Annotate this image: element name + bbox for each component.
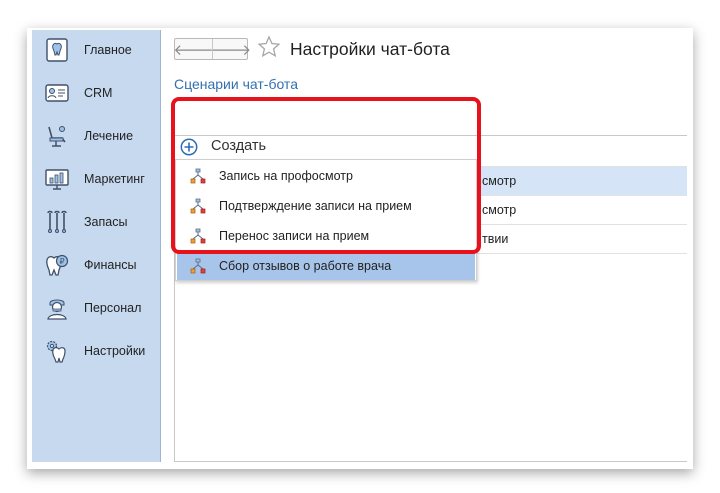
sidebar-item-stock[interactable]: Запасы xyxy=(32,207,160,237)
page-title: Настройки чат-бота xyxy=(290,39,450,59)
table-cell: смотр xyxy=(482,174,517,188)
create-button[interactable]: Создать xyxy=(178,134,468,161)
sidebar-item-label: Настройки xyxy=(84,344,146,358)
tooth-home-icon xyxy=(46,38,68,62)
app-window: Главное CRM Лечение Маркетинг Запасы ₽ Ф… xyxy=(32,30,687,462)
contact-card-icon xyxy=(45,84,69,102)
sidebar-item-label: CRM xyxy=(84,86,113,100)
scenario-icon xyxy=(190,198,206,214)
arrow-right-icon: 🡒 xyxy=(210,41,252,59)
menu-item-checkup[interactable]: Запись на профосмотр xyxy=(177,161,475,190)
dental-tools-icon xyxy=(47,210,67,233)
sidebar-item-label: Маркетинг xyxy=(84,172,145,186)
back-button[interactable]: 🡐 xyxy=(173,39,214,59)
menu-item-label: Перенос записи на прием xyxy=(219,228,370,243)
menu-item-reschedule[interactable]: Перенос записи на прием xyxy=(177,221,475,250)
arrow-left-icon: 🡐 xyxy=(173,41,214,59)
sidebar-item-settings[interactable]: Настройки xyxy=(32,336,160,366)
sidebar-item-label: Лечение xyxy=(84,129,134,143)
navigation-buttons: 🡐 🡒 xyxy=(173,38,252,60)
table-cell: твии xyxy=(482,232,509,246)
favorite-star-icon[interactable] xyxy=(257,35,281,59)
sidebar-item-finance[interactable]: ₽ Финансы xyxy=(32,250,160,280)
tooth-coin-icon: ₽ xyxy=(46,254,69,276)
sidebar-item-main[interactable]: Главное xyxy=(32,35,160,65)
create-dropdown-menu: Запись на профосмотр Подтверждение запис… xyxy=(175,159,477,281)
sidebar-item-marketing[interactable]: Маркетинг xyxy=(32,164,160,194)
tooth-gear-icon xyxy=(46,340,66,363)
sidebar-item-label: Финансы xyxy=(84,258,137,272)
sidebar-item-treatment[interactable]: Лечение xyxy=(32,121,160,151)
dental-chair-icon xyxy=(48,126,66,147)
main-content: 🡐 🡒 Настройки чат-бота Сценарии чат-бота… xyxy=(162,30,687,462)
scenario-icon xyxy=(190,228,206,244)
menu-item-label: Сбор отзывов о работе врача xyxy=(219,258,392,273)
sidebar-item-label: Запасы xyxy=(84,215,128,229)
forward-button[interactable]: 🡒 xyxy=(210,39,252,59)
sidebar: Главное CRM Лечение Маркетинг Запасы ₽ Ф… xyxy=(32,30,161,462)
sidebar-item-crm[interactable]: CRM xyxy=(32,78,160,108)
sidebar-item-label: Главное xyxy=(84,43,132,57)
chart-monitor-icon xyxy=(45,169,69,190)
menu-item-label: Запись на профосмотр xyxy=(219,168,353,183)
svg-text:₽: ₽ xyxy=(60,257,65,266)
scenario-icon xyxy=(190,168,206,184)
table-cell: смотр xyxy=(482,203,517,217)
doctor-icon xyxy=(47,299,67,320)
create-label: Создать xyxy=(211,138,267,154)
menu-item-confirm[interactable]: Подтверждение записи на прием xyxy=(177,191,475,220)
scenarios-link[interactable]: Сценарии чат-бота xyxy=(174,76,298,92)
sidebar-item-label: Персонал xyxy=(84,301,142,315)
menu-item-label: Подтверждение записи на прием xyxy=(219,198,412,213)
plus-circle-icon xyxy=(180,138,198,156)
sidebar-item-staff[interactable]: Персонал xyxy=(32,293,160,323)
scenario-icon xyxy=(190,258,206,274)
menu-item-feedback[interactable]: Сбор отзывов о работе врача xyxy=(177,251,475,280)
